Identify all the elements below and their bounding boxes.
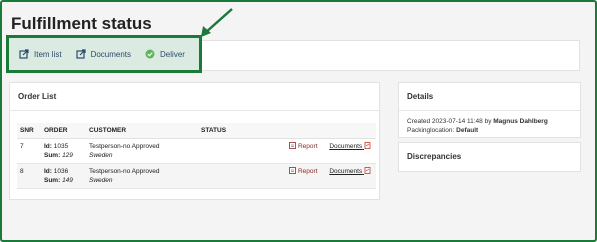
pdf-icon [364, 142, 371, 149]
snr-cell: 8 [17, 163, 41, 189]
order-id: 1035 [53, 143, 69, 150]
check-circle-icon [145, 49, 155, 59]
documents-link-label: Documents [329, 168, 363, 175]
id-label: Id: [44, 143, 52, 150]
details-panel: Details Created 2023-07-14 11:48 by Magn… [398, 82, 581, 138]
column-header: SNR [17, 123, 41, 139]
details-title: Details [399, 83, 580, 111]
order-cell: Id: 1035 Sum: 129 [41, 138, 86, 164]
sum-label: Sum: [44, 177, 61, 184]
snr-cell: 7 [17, 138, 41, 164]
table-row: 8 Id: 1036 Sum: 149 Testperson-no Approv… [17, 163, 376, 189]
report-icon [289, 167, 296, 174]
status-cell: Report Documents [198, 138, 376, 164]
report-label: Report [297, 143, 318, 150]
column-header: ORDER [41, 123, 86, 139]
documents-button[interactable]: Documents [75, 49, 132, 59]
discrepancies-title: Discrepancies [407, 152, 462, 161]
column-header: CUSTOMER [86, 123, 198, 139]
report-link[interactable]: Report [289, 167, 319, 175]
documents-link[interactable]: Documents [329, 167, 373, 175]
packing-label: Packinglocation: [407, 127, 455, 134]
table-row: 7 Id: 1035 Sum: 129 Testperson-no Approv… [17, 138, 376, 164]
customer-country: Sweden [89, 152, 113, 159]
order-id: 1036 [53, 168, 69, 175]
created-text: Created 2023-07-14 11:48 by [407, 118, 492, 125]
report-icon [289, 142, 296, 149]
customer-cell: Testperson-no Approved Sweden [86, 163, 198, 189]
id-label: Id: [44, 168, 52, 175]
sum-label: Sum: [44, 152, 61, 159]
order-sum: 129 [62, 152, 73, 159]
pdf-icon [364, 167, 371, 174]
item-list-button[interactable]: Item list [19, 49, 62, 59]
customer-name: Testperson-no Approved [89, 143, 160, 150]
created-by: Magnus Dahlberg [493, 118, 548, 125]
packing-location: Default [456, 127, 479, 134]
export-icon [75, 49, 86, 59]
customer-cell: Testperson-no Approved Sweden [86, 138, 198, 164]
orders-table: SNR ORDER CUSTOMER STATUS 7 Id: 1035 Sum… [17, 123, 376, 189]
report-link[interactable]: Report [289, 142, 319, 150]
documents-link-label: Documents [329, 143, 363, 150]
deliver-label: Deliver [160, 49, 185, 59]
page-title: Fulfillment status [11, 14, 152, 33]
item-list-label: Item list [34, 49, 62, 59]
order-list-title: Order List [10, 83, 379, 111]
export-icon [19, 49, 29, 59]
documents-label: Documents [90, 49, 132, 59]
column-header: STATUS [198, 123, 376, 139]
toolbar-actions-highlight: Item list Documents Deliver [6, 35, 202, 73]
order-sum: 149 [62, 177, 73, 184]
discrepancies-panel: Discrepancies [398, 142, 581, 172]
report-label: Report [297, 168, 318, 175]
table-header-row: SNR ORDER CUSTOMER STATUS [17, 123, 376, 139]
order-list-panel: Order List SNR ORDER CUSTOMER STATUS 7 I… [9, 82, 380, 200]
customer-name: Testperson-no Approved [89, 168, 160, 175]
documents-link[interactable]: Documents [329, 142, 373, 150]
details-body: Created 2023-07-14 11:48 by Magnus Dahlb… [399, 111, 580, 141]
deliver-button[interactable]: Deliver [145, 49, 185, 59]
status-cell: Report Documents [198, 163, 376, 189]
order-cell: Id: 1036 Sum: 149 [41, 163, 86, 189]
customer-country: Sweden [89, 177, 113, 184]
